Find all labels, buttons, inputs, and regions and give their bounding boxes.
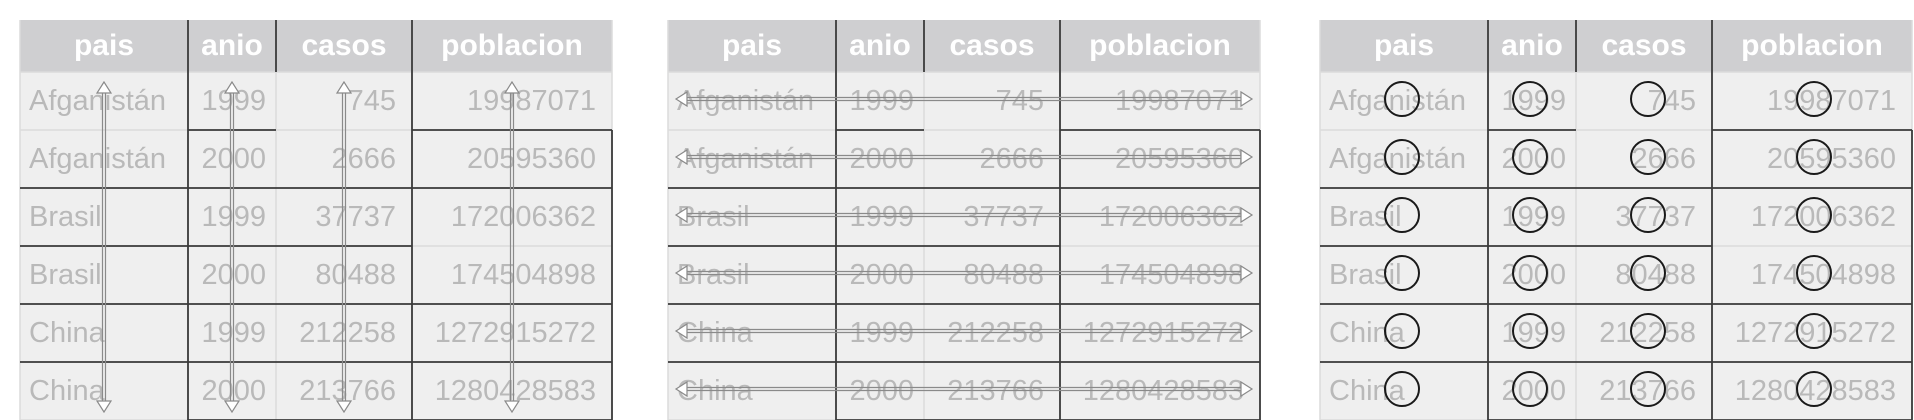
value-circle xyxy=(1630,313,1666,349)
value-circle xyxy=(1384,139,1420,175)
observation-arrow xyxy=(674,380,1254,398)
value-circle xyxy=(1384,371,1420,407)
value-circle xyxy=(1630,81,1666,117)
value-circle xyxy=(1384,255,1420,291)
observation-arrow xyxy=(674,264,1254,282)
observation-arrow xyxy=(674,206,1254,224)
value-circle xyxy=(1512,313,1548,349)
table-grid xyxy=(19,20,613,420)
value-circle xyxy=(1630,371,1666,407)
value-circle xyxy=(1512,255,1548,291)
value-circle xyxy=(1630,255,1666,291)
value-circle xyxy=(1512,197,1548,233)
value-circle xyxy=(1796,197,1832,233)
observation-arrow xyxy=(674,148,1254,166)
observation-arrow xyxy=(674,322,1254,340)
value-circle xyxy=(1796,81,1832,117)
value-circle xyxy=(1512,139,1548,175)
value-circle xyxy=(1630,197,1666,233)
value-circle xyxy=(1384,313,1420,349)
value-circle xyxy=(1796,313,1832,349)
value-circle xyxy=(1630,139,1666,175)
value-circle xyxy=(1384,81,1420,117)
value-circle xyxy=(1796,255,1832,291)
value-circle xyxy=(1512,371,1548,407)
value-circle xyxy=(1384,197,1420,233)
observation-arrow xyxy=(674,90,1254,108)
value-circle xyxy=(1796,139,1832,175)
overlay-circles xyxy=(1319,20,1913,420)
value-circle xyxy=(1512,81,1548,117)
table-grid xyxy=(667,20,1261,420)
overlay-horizontal-arrows xyxy=(667,20,1261,420)
overlay-vertical-arrows xyxy=(19,20,613,420)
table-grid xyxy=(1319,20,1913,420)
value-circle xyxy=(1796,371,1832,407)
